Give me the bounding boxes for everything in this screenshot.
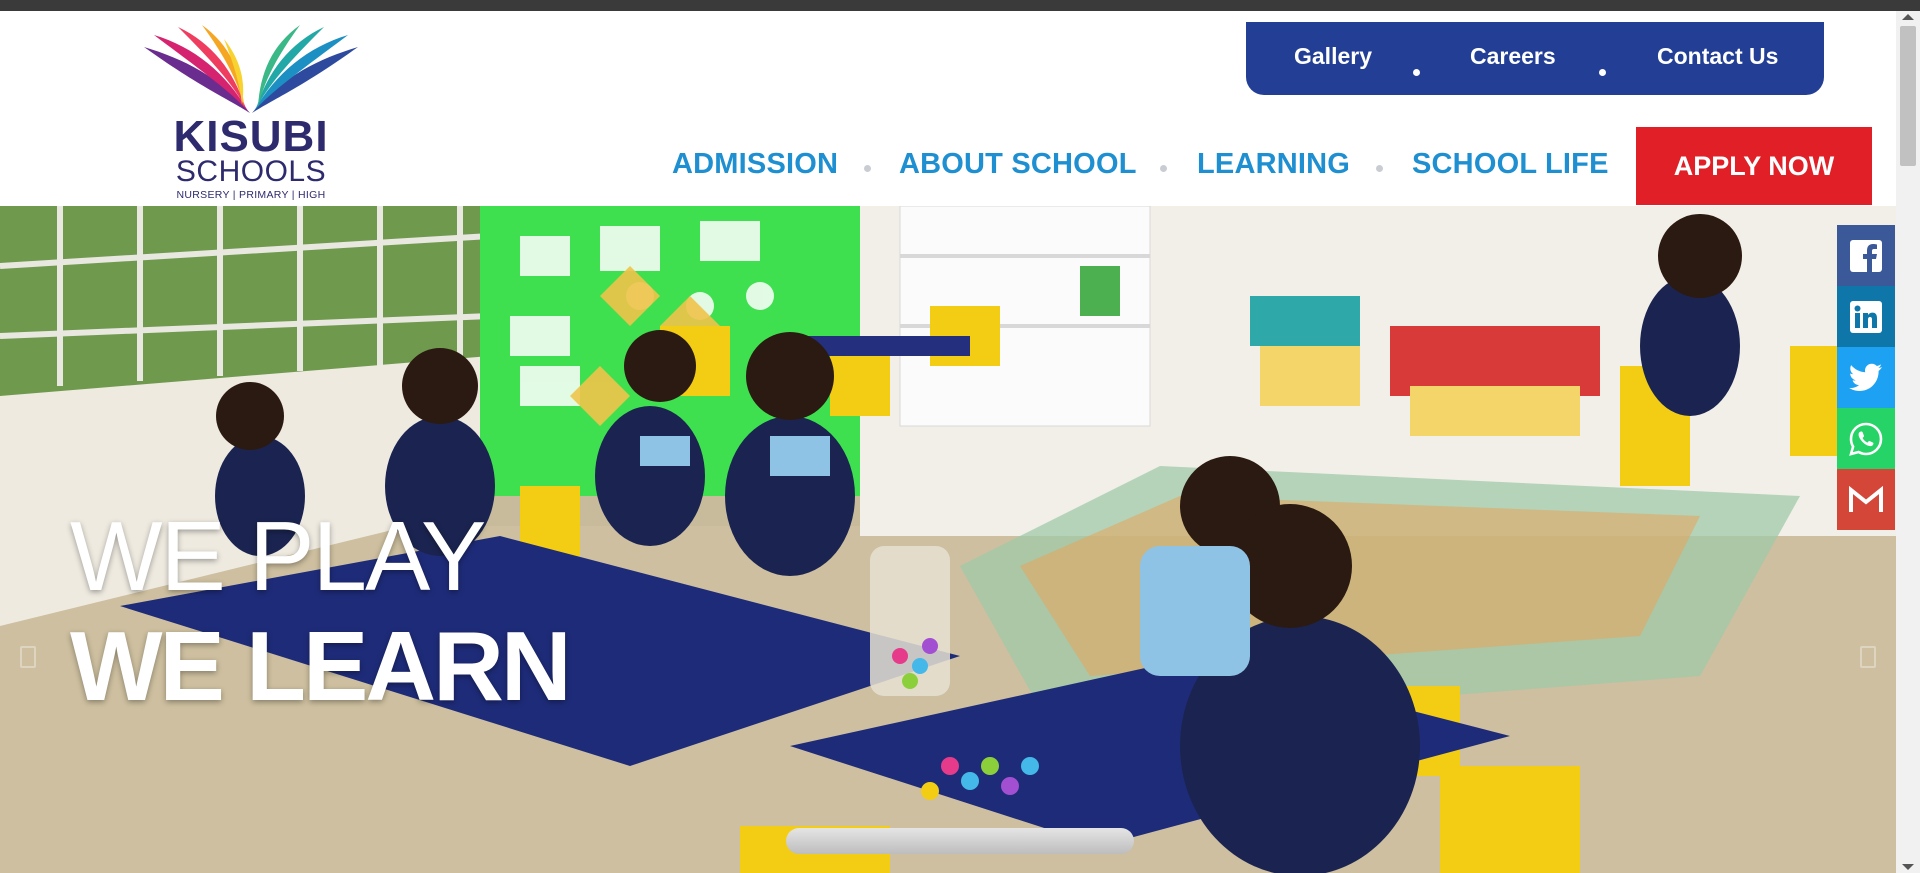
apply-now-button[interactable]: APPLY NOW — [1636, 127, 1872, 205]
nav-separator — [864, 165, 871, 172]
wings-emblem-icon — [144, 25, 358, 113]
logo-title: KISUBI — [173, 112, 329, 161]
whatsapp-share-button[interactable] — [1837, 408, 1895, 469]
nav-school-life[interactable]: SCHOOL LIFE — [1412, 148, 1609, 181]
linkedin-share-button[interactable] — [1837, 286, 1895, 347]
social-share-bar — [1837, 225, 1895, 530]
linkedin-icon — [1850, 300, 1882, 333]
hero-slider[interactable]: WE PLAY WE LEARN — [0, 206, 1896, 873]
slider-progress-bar[interactable] — [786, 828, 1134, 854]
nav-admission[interactable]: ADMISSION — [672, 148, 838, 181]
slider-next-button[interactable] — [1860, 646, 1876, 668]
logo-tagline: NURSERY | PRIMARY | HIGH — [176, 189, 326, 201]
gmail-icon — [1849, 485, 1883, 512]
nav-about-school[interactable]: ABOUT SCHOOL — [899, 148, 1137, 181]
browser-top-strip — [0, 0, 1920, 11]
nav-learning[interactable]: LEARNING — [1197, 148, 1350, 181]
top-nav-careers[interactable]: Careers — [1470, 43, 1556, 70]
twitter-share-button[interactable] — [1837, 347, 1895, 408]
page-scrollbar[interactable] — [1896, 11, 1920, 873]
scrollbar-thumb[interactable] — [1900, 26, 1916, 166]
top-nav-bar: Gallery Careers Contact Us — [1246, 22, 1824, 95]
nav-separator — [1413, 69, 1420, 76]
gmail-share-button[interactable] — [1837, 469, 1895, 530]
nav-separator — [1599, 69, 1606, 76]
logo-wordmark: KISUBI SCHOOLS NURSERY | PRIMARY | HIGH — [140, 112, 362, 203]
slider-prev-button[interactable] — [20, 646, 36, 668]
top-nav-contact-us[interactable]: Contact Us — [1657, 43, 1778, 70]
top-nav-gallery[interactable]: Gallery — [1294, 43, 1372, 70]
nav-separator — [1376, 165, 1383, 172]
hero-heading-line2: WE LEARN — [70, 611, 572, 721]
site-logo[interactable]: KISUBI SCHOOLS NURSERY | PRIMARY | HIGH — [140, 25, 362, 201]
scroll-up-arrow-icon[interactable] — [1902, 14, 1914, 20]
twitter-icon — [1849, 363, 1882, 391]
scroll-down-arrow-icon[interactable] — [1902, 864, 1914, 870]
hero-heading-line1: WE PLAY — [70, 501, 486, 611]
facebook-share-button[interactable] — [1837, 225, 1895, 286]
whatsapp-icon — [1849, 422, 1883, 456]
facebook-icon — [1850, 239, 1882, 272]
logo-subtitle: SCHOOLS — [175, 155, 327, 188]
nav-separator — [1160, 165, 1167, 172]
